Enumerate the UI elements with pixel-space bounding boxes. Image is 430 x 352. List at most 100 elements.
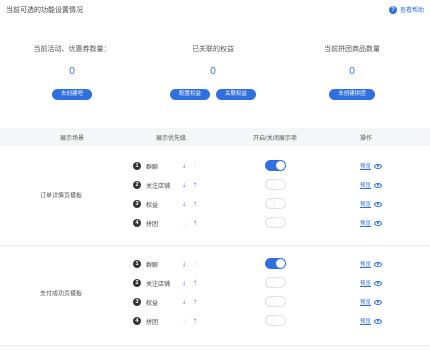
display-toggle[interactable] [265,277,286,288]
priority-number: 1 [133,260,141,268]
display-toggle[interactable] [265,315,286,326]
create-activity-button[interactable]: 去创建吧 [51,89,92,100]
arrow-up-icon[interactable]: ↑ [193,297,197,306]
preview-label: 预览 [360,221,372,227]
stat-activities: 当前活动、优惠券数量： 0 去创建吧 [12,44,132,100]
preview-link[interactable]: 预览 [360,181,383,189]
arrow-up-icon[interactable]: ↑ [193,259,197,268]
priority-number: 3 [133,298,141,306]
item-name: 权益 [146,203,159,209]
toggle-knob [266,218,275,227]
arrow-down-icon[interactable]: ↓ [182,259,186,268]
create-group-buy-button[interactable]: 去创建拼团 [329,89,375,100]
display-toggle[interactable] [265,198,286,209]
preview-link[interactable]: 预览 [360,298,383,306]
toggle-knob [266,180,275,189]
priority-number: 3 [133,200,141,208]
item-name: 权益 [146,301,159,307]
group-divider [0,245,430,246]
priority-number: 2 [133,181,141,189]
arrow-up-icon[interactable]: ↑ [193,180,197,189]
arrow-down-icon[interactable]: ↓ [182,180,186,189]
table-row: 4 拼团 ↓ ↑ 预览 [0,215,430,233]
table-row: 3 权益 ↓ ↑ 预览 [0,196,430,214]
preview-label: 预览 [360,262,372,268]
preview-link[interactable]: 预览 [360,219,383,227]
preview-link[interactable]: 预览 [360,162,383,170]
preview-label: 预览 [360,281,372,287]
display-toggle[interactable] [265,179,286,190]
arrow-down-icon[interactable]: ↓ [182,297,186,306]
column-header-priority: 展示优先级 [155,136,187,142]
item-name: 群聊 [146,165,159,171]
table-row: 1 群聊 ↓ ↑ 预览 [0,256,430,274]
priority-number: 1 [133,162,141,170]
help-label: 查看帮助 [399,8,424,14]
arrow-up-icon[interactable]: ↑ [193,161,197,170]
column-header-scene: 展示场景 [59,136,85,142]
item-name: 拼团 [146,222,159,228]
preview-label: 预览 [360,183,372,189]
preview-label: 预览 [360,300,372,306]
link-benefit-button[interactable]: 关联权益 [216,89,257,100]
display-toggle[interactable] [265,296,286,307]
eye-icon [374,280,383,286]
stat-value: 0 [349,66,355,77]
table-row: 3 权益 ↓ ↑ 预览 [0,294,430,312]
page-title: 当前可选的功能设置情况 [6,7,83,14]
toggle-knob [266,316,275,325]
item-name: 关注店铺 [146,282,171,288]
eye-icon [374,220,383,226]
stat-label: 当前拼团商品数量 [324,46,380,53]
preview-link[interactable]: 预览 [360,317,383,325]
arrow-up-icon[interactable]: ↑ [193,199,197,208]
priority-number: 4 [133,219,141,227]
display-toggle[interactable] [265,217,286,228]
arrow-up-icon[interactable]: ↑ [193,278,197,287]
table-row: 2 关注店铺 ↓ ↑ 预览 [0,275,430,293]
question-circle-icon: ? [388,5,397,14]
preview-link[interactable]: 预览 [360,279,383,287]
table-header: 展示场景 展示优先级 开启/关闭展示项 操作 [0,128,430,146]
preview-label: 预览 [360,202,372,208]
toggle-knob [276,161,285,170]
arrow-down-icon[interactable]: ↓ [182,316,186,325]
item-name: 群聊 [146,263,159,269]
toggle-knob [266,297,275,306]
table-row: 2 关注店铺 ↓ ↑ 预览 [0,177,430,195]
priority-number: 4 [133,317,141,325]
eye-icon [374,163,383,169]
help-link[interactable]: ? 查看帮助 [388,5,424,14]
item-name: 关注店铺 [146,184,171,190]
priority-number: 2 [133,279,141,287]
eye-icon [374,299,383,305]
arrow-down-icon[interactable]: ↓ [182,278,186,287]
arrow-up-icon[interactable]: ↑ [193,316,197,325]
preview-link[interactable]: 预览 [360,200,383,208]
configure-benefit-button[interactable]: 配置权益 [169,89,210,100]
arrow-down-icon[interactable]: ↓ [182,199,186,208]
toggle-knob [266,199,275,208]
eye-icon [374,318,383,324]
eye-icon [374,261,383,267]
eye-icon [374,201,383,207]
display-toggle[interactable] [265,160,286,171]
stat-value: 0 [210,66,216,77]
column-header-actions: 操作 [359,136,373,142]
stat-group-buy: 当前拼团商品数量 0 去创建拼团 [292,44,412,100]
preview-label: 预览 [360,164,372,170]
preview-link[interactable]: 预览 [360,260,383,268]
stat-benefits: 已关联的权益 0 配置权益 关联权益 [153,44,273,100]
arrow-up-icon[interactable]: ↑ [193,218,197,227]
column-header-toggle: 开启/关闭展示项 [253,136,297,142]
stat-label: 已关联的权益 [192,46,234,53]
group-divider [0,345,430,346]
stat-value: 0 [69,66,75,77]
eye-icon [374,182,383,188]
item-name: 拼团 [146,320,159,326]
arrow-down-icon[interactable]: ↓ [182,161,186,170]
preview-label: 预览 [360,319,372,325]
arrow-down-icon[interactable]: ↓ [182,218,186,227]
display-toggle[interactable] [265,258,286,269]
toggle-knob [276,259,285,268]
